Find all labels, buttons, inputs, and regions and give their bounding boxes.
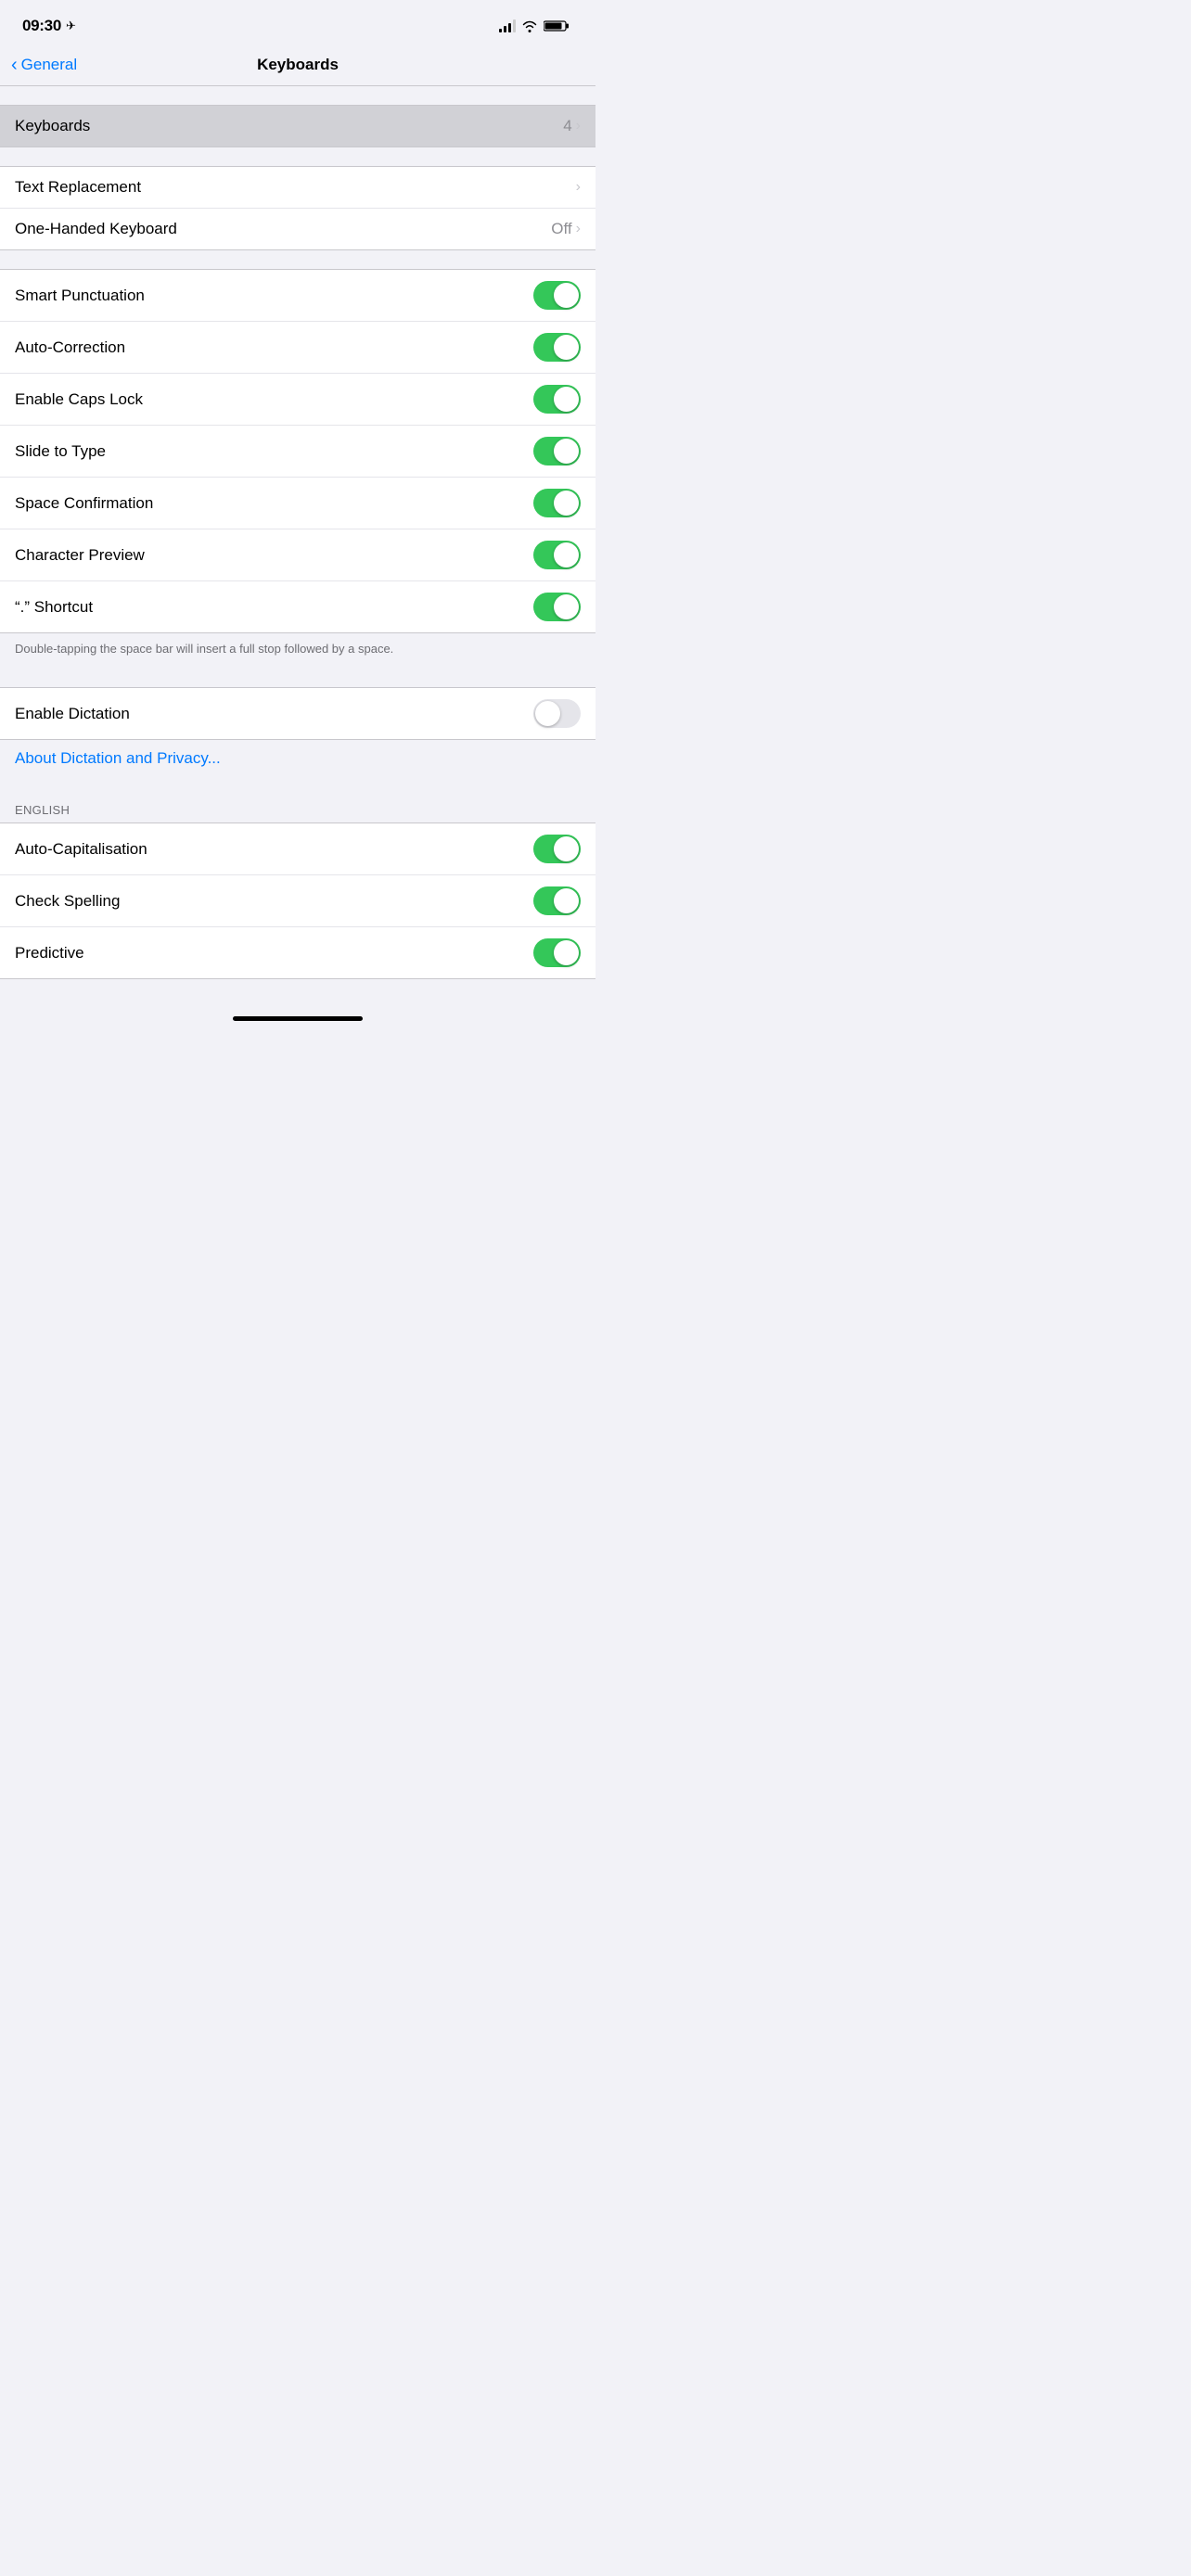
keyboards-count: 4 — [563, 117, 571, 135]
text-replacement-label: Text Replacement — [15, 178, 576, 197]
one-handed-item[interactable]: One-Handed Keyboard Off › — [0, 209, 596, 249]
period-shortcut-label: “.” Shortcut — [15, 598, 533, 617]
dictation-list: Enable Dictation — [0, 687, 596, 740]
status-icons — [499, 19, 570, 32]
character-preview-label: Character Preview — [15, 546, 533, 565]
dictation-privacy-link[interactable]: About Dictation and Privacy... — [0, 740, 596, 777]
smart-punctuation-toggle[interactable] — [533, 281, 581, 310]
english-list: Auto-Capitalisation Check Spelling Predi… — [0, 823, 596, 979]
check-spelling-item[interactable]: Check Spelling — [0, 875, 596, 927]
enable-dictation-item[interactable]: Enable Dictation — [0, 688, 596, 739]
caps-lock-toggle[interactable] — [533, 385, 581, 414]
text-replacement-item[interactable]: Text Replacement › — [0, 167, 596, 209]
keyboards-item[interactable]: Keyboards 4 › — [0, 106, 596, 147]
page-title: Keyboards — [257, 56, 339, 74]
auto-correction-item[interactable]: Auto-Correction — [0, 322, 596, 374]
smart-punctuation-item[interactable]: Smart Punctuation — [0, 270, 596, 322]
keyboards-chevron-icon: › — [576, 118, 581, 134]
character-preview-toggle[interactable] — [533, 541, 581, 569]
shortcuts-section: Text Replacement › One-Handed Keyboard O… — [0, 166, 596, 250]
back-button[interactable]: ‹ General — [11, 56, 77, 74]
keyboards-section: Keyboards 4 › — [0, 105, 596, 147]
keyboards-right: 4 › — [563, 117, 581, 135]
nav-header: ‹ General Keyboards — [0, 46, 596, 86]
smart-punctuation-label: Smart Punctuation — [15, 287, 533, 305]
slide-to-type-label: Slide to Type — [15, 442, 533, 461]
caps-lock-item[interactable]: Enable Caps Lock — [0, 374, 596, 426]
auto-capitalisation-label: Auto-Capitalisation — [15, 840, 533, 859]
location-icon: ✈ — [66, 19, 76, 33]
character-preview-item[interactable]: Character Preview — [0, 529, 596, 581]
home-indicator — [233, 1016, 363, 1021]
status-time: 09:30 — [22, 17, 61, 35]
wifi-icon — [521, 19, 538, 32]
one-handed-value: Off — [551, 220, 571, 238]
one-handed-label: One-Handed Keyboard — [15, 220, 551, 238]
auto-correction-toggle[interactable] — [533, 333, 581, 362]
enable-dictation-label: Enable Dictation — [15, 705, 533, 723]
toggles-section: Smart Punctuation Auto-Correction Enable… — [0, 269, 596, 669]
slide-to-type-item[interactable]: Slide to Type — [0, 426, 596, 478]
toggles-footer: Double-tapping the space bar will insert… — [0, 633, 596, 669]
battery-icon — [544, 19, 570, 32]
slide-to-type-toggle[interactable] — [533, 437, 581, 465]
space-confirmation-label: Space Confirmation — [15, 494, 533, 513]
check-spelling-toggle[interactable] — [533, 886, 581, 915]
keyboards-label: Keyboards — [15, 117, 563, 135]
dictation-section: Enable Dictation About Dictation and Pri… — [0, 687, 596, 777]
text-replacement-right: › — [576, 179, 581, 196]
period-shortcut-item[interactable]: “.” Shortcut — [0, 581, 596, 632]
keyboards-list: Keyboards 4 › — [0, 105, 596, 147]
one-handed-right: Off › — [551, 220, 581, 238]
english-header: ENGLISH — [0, 796, 596, 823]
signal-icon — [499, 19, 516, 32]
status-bar: 09:30 ✈ — [0, 0, 596, 46]
predictive-label: Predictive — [15, 944, 533, 963]
period-shortcut-toggle[interactable] — [533, 593, 581, 621]
english-section: ENGLISH Auto-Capitalisation Check Spelli… — [0, 796, 596, 979]
text-replacement-chevron-icon: › — [576, 179, 581, 196]
auto-correction-label: Auto-Correction — [15, 338, 533, 357]
caps-lock-label: Enable Caps Lock — [15, 390, 533, 409]
toggles-list: Smart Punctuation Auto-Correction Enable… — [0, 269, 596, 633]
back-label: General — [21, 56, 77, 74]
auto-capitalisation-toggle[interactable] — [533, 835, 581, 863]
enable-dictation-toggle[interactable] — [533, 699, 581, 728]
one-handed-chevron-icon: › — [576, 221, 581, 237]
space-confirmation-toggle[interactable] — [533, 489, 581, 517]
predictive-toggle[interactable] — [533, 938, 581, 967]
back-chevron-icon: ‹ — [11, 56, 18, 74]
space-confirmation-item[interactable]: Space Confirmation — [0, 478, 596, 529]
check-spelling-label: Check Spelling — [15, 892, 533, 911]
auto-capitalisation-item[interactable]: Auto-Capitalisation — [0, 823, 596, 875]
predictive-item[interactable]: Predictive — [0, 927, 596, 978]
shortcuts-list: Text Replacement › One-Handed Keyboard O… — [0, 166, 596, 250]
